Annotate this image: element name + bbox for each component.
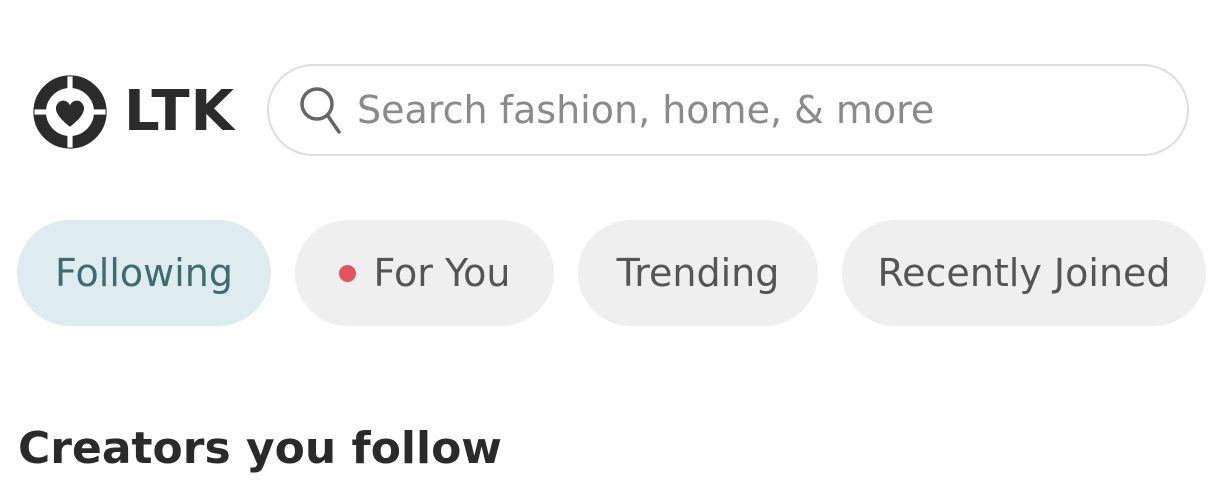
ltk-logo[interactable]: LTK [33,72,235,152]
tab-label: Following [55,251,233,295]
top-header: LTK Search fashion, home, & more [0,0,1232,180]
search-placeholder: Search fashion, home, & more [357,88,935,132]
ltk-logo-icon [33,75,107,149]
tab-for-you[interactable]: For You [295,220,554,326]
tab-following[interactable]: Following [17,220,271,326]
new-indicator-dot [338,264,356,282]
tab-trending[interactable]: Trending [578,220,818,326]
tab-label: For You [373,251,511,295]
search-input[interactable]: Search fashion, home, & more [267,64,1189,156]
section-title: Creators you follow [18,423,502,474]
logo-text: LTK [124,79,236,144]
tab-label: Trending [616,251,780,295]
tab-recently-joined[interactable]: Recently Joined [842,220,1206,326]
tab-label: Recently Joined [877,251,1171,295]
search-icon [300,87,341,134]
feed-tabs: Following For You Trending Recently Join… [17,219,1206,327]
